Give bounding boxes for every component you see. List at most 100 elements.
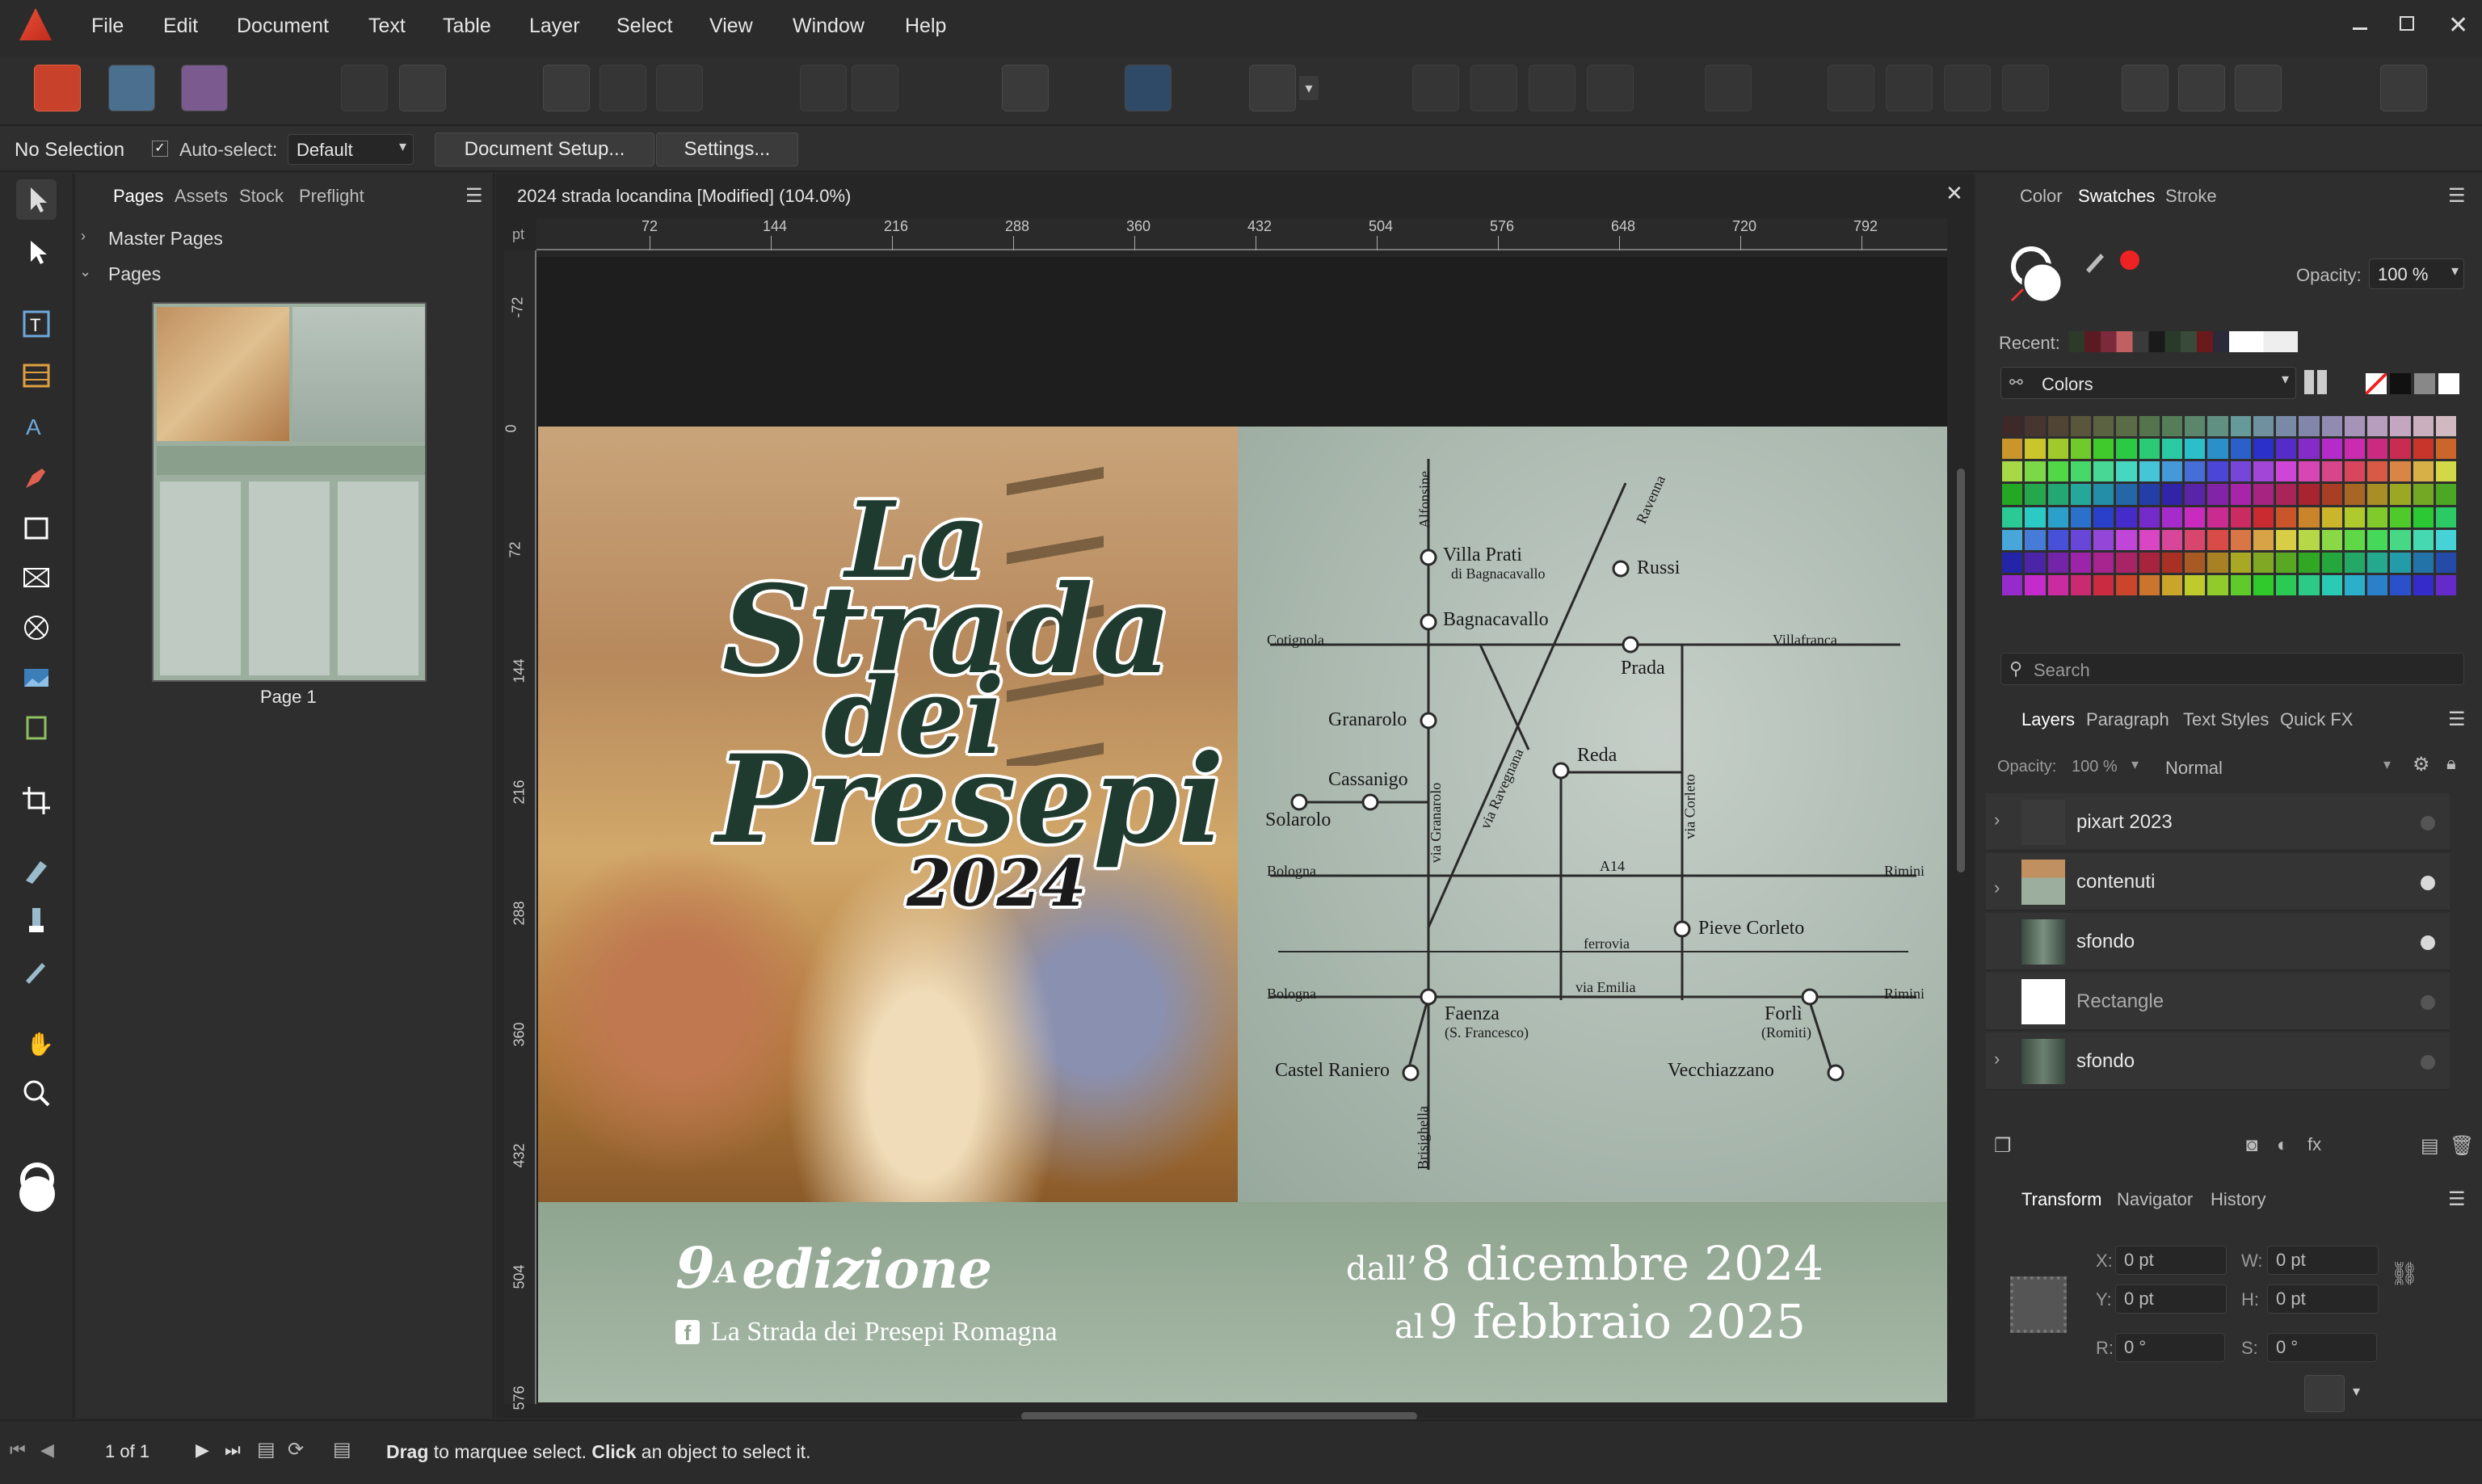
color-swatch[interactable]: [2413, 461, 2434, 482]
close-window-icon[interactable]: ✕: [2448, 11, 2468, 40]
color-swatch[interactable]: [2344, 439, 2365, 460]
menu-document[interactable]: Document: [237, 15, 329, 38]
pin2-icon[interactable]: [852, 65, 898, 111]
color-swatch[interactable]: [2390, 574, 2411, 595]
publisher-persona-icon[interactable]: [34, 65, 81, 111]
color-swatch[interactable]: [2390, 416, 2411, 437]
color-swatch[interactable]: [2390, 484, 2411, 505]
visibility-toggle[interactable]: [2421, 1055, 2435, 1070]
color-swatch[interactable]: [2367, 529, 2388, 550]
tab-layers[interactable]: Layers: [2021, 709, 2075, 730]
color-swatch[interactable]: [2139, 439, 2160, 460]
color-swatch[interactable]: [2299, 529, 2320, 550]
add-swatch-icon[interactable]: [2304, 370, 2328, 394]
w-field[interactable]: 0 pt: [2267, 1246, 2379, 1275]
chevron-right-icon[interactable]: ›: [1994, 1049, 2000, 1070]
settings-button[interactable]: Settings...: [656, 132, 798, 166]
toggle-icon[interactable]: [341, 65, 388, 111]
color-swatch[interactable]: [2093, 439, 2114, 460]
menu-help[interactable]: Help: [905, 15, 946, 38]
view-mode-icon[interactable]: ▤: [333, 1438, 351, 1461]
panel-menu-icon[interactable]: ☰: [2448, 708, 2466, 731]
color-well-icon[interactable]: [16, 1162, 58, 1223]
color-swatch[interactable]: [2070, 574, 2091, 595]
fill-tool-icon[interactable]: [16, 850, 57, 890]
anchor-point-selector[interactable]: [2010, 1276, 2067, 1333]
color-swatch[interactable]: [2025, 529, 2046, 550]
x-field[interactable]: 0 pt: [2115, 1246, 2227, 1275]
fill-stroke-well-icon[interactable]: [2007, 244, 2068, 305]
color-swatch[interactable]: [2435, 416, 2456, 437]
color-swatch[interactable]: [2344, 484, 2365, 505]
color-swatch[interactable]: [2413, 439, 2434, 460]
color-swatch[interactable]: [2276, 529, 2297, 550]
color-swatch[interactable]: [2435, 574, 2456, 595]
color-swatch[interactable]: [2070, 484, 2091, 505]
color-swatch[interactable]: [2413, 529, 2434, 550]
layer-settings-gear-icon[interactable]: ⚙: [2413, 753, 2430, 776]
color-swatch[interactable]: [2047, 461, 2068, 482]
color-swatch[interactable]: [2002, 574, 2023, 595]
arrange-icon-3[interactable]: [1529, 65, 1575, 111]
color-swatch[interactable]: [2367, 416, 2388, 437]
color-swatch[interactable]: [2002, 439, 2023, 460]
menu-file[interactable]: File: [91, 15, 124, 38]
circle-tool-icon[interactable]: [599, 65, 646, 111]
tab-navigator[interactable]: Navigator: [2117, 1189, 2193, 1210]
color-swatch[interactable]: [2002, 416, 2023, 437]
color-swatch[interactable]: [2185, 484, 2206, 505]
color-picker-tool-icon[interactable]: [16, 950, 57, 990]
close-document-icon[interactable]: ✕: [1946, 181, 1963, 206]
restore-icon[interactable]: [2400, 16, 2414, 31]
minimize-icon[interactable]: [2353, 27, 2367, 30]
color-swatch[interactable]: [2185, 552, 2206, 573]
color-swatch[interactable]: [2230, 529, 2251, 550]
view-tool-icon[interactable]: ✋: [16, 1023, 57, 1063]
color-swatch[interactable]: [2025, 484, 2046, 505]
app-logo[interactable]: [19, 8, 52, 40]
color-swatch[interactable]: [2161, 439, 2182, 460]
color-swatch[interactable]: [2161, 574, 2182, 595]
color-swatch[interactable]: [2207, 529, 2228, 550]
color-swatch[interactable]: [2116, 507, 2137, 528]
panel-menu-icon[interactable]: ☰: [2448, 1188, 2466, 1211]
color-swatch[interactable]: [2321, 574, 2342, 595]
panel-menu-icon[interactable]: ☰: [465, 184, 483, 208]
last-page-icon[interactable]: ⏭: [225, 1440, 241, 1461]
color-swatch[interactable]: [2185, 507, 2206, 528]
opacity-field[interactable]: 100 % ▾: [2369, 259, 2464, 289]
color-swatch[interactable]: [2367, 552, 2388, 573]
color-swatch[interactable]: [2276, 439, 2297, 460]
color-swatch[interactable]: [2230, 484, 2251, 505]
color-swatch[interactable]: [2253, 574, 2274, 595]
color-swatch[interactable]: [2321, 461, 2342, 482]
arrange-icon-1[interactable]: [1412, 65, 1459, 111]
color-swatch[interactable]: [2299, 552, 2320, 573]
pen-tool-icon[interactable]: [16, 457, 57, 498]
black-swatch[interactable]: [2390, 373, 2411, 394]
prev-page-icon[interactable]: ◀: [40, 1440, 54, 1461]
menu-view[interactable]: View: [709, 15, 753, 38]
color-swatch[interactable]: [2253, 461, 2274, 482]
menu-window[interactable]: Window: [793, 15, 864, 38]
flip-icon-1[interactable]: [1828, 65, 1874, 111]
color-swatch[interactable]: [2390, 439, 2411, 460]
color-swatch[interactable]: [2002, 529, 2023, 550]
color-swatch[interactable]: [2093, 416, 2114, 437]
color-swatch[interactable]: [2116, 461, 2137, 482]
boolean-subtract-icon[interactable]: [2178, 65, 2225, 111]
color-swatch[interactable]: [2116, 529, 2137, 550]
lock-icon[interactable]: 🔒︎: [2446, 753, 2456, 774]
color-swatch[interactable]: [2185, 416, 2206, 437]
color-swatch[interactable]: [2276, 461, 2297, 482]
refresh-icon[interactable]: ⟳: [288, 1438, 304, 1461]
color-swatch[interactable]: [2025, 574, 2046, 595]
layer-row[interactable]: sfondo: [1986, 913, 2450, 971]
visibility-toggle[interactable]: [2421, 876, 2435, 890]
color-swatch[interactable]: [2321, 484, 2342, 505]
color-swatch[interactable]: [2161, 416, 2182, 437]
blend-mode-value[interactable]: Normal: [2165, 758, 2223, 779]
color-swatch[interactable]: [2299, 416, 2320, 437]
first-page-icon[interactable]: ⏮: [10, 1440, 26, 1461]
color-swatch[interactable]: [2230, 552, 2251, 573]
